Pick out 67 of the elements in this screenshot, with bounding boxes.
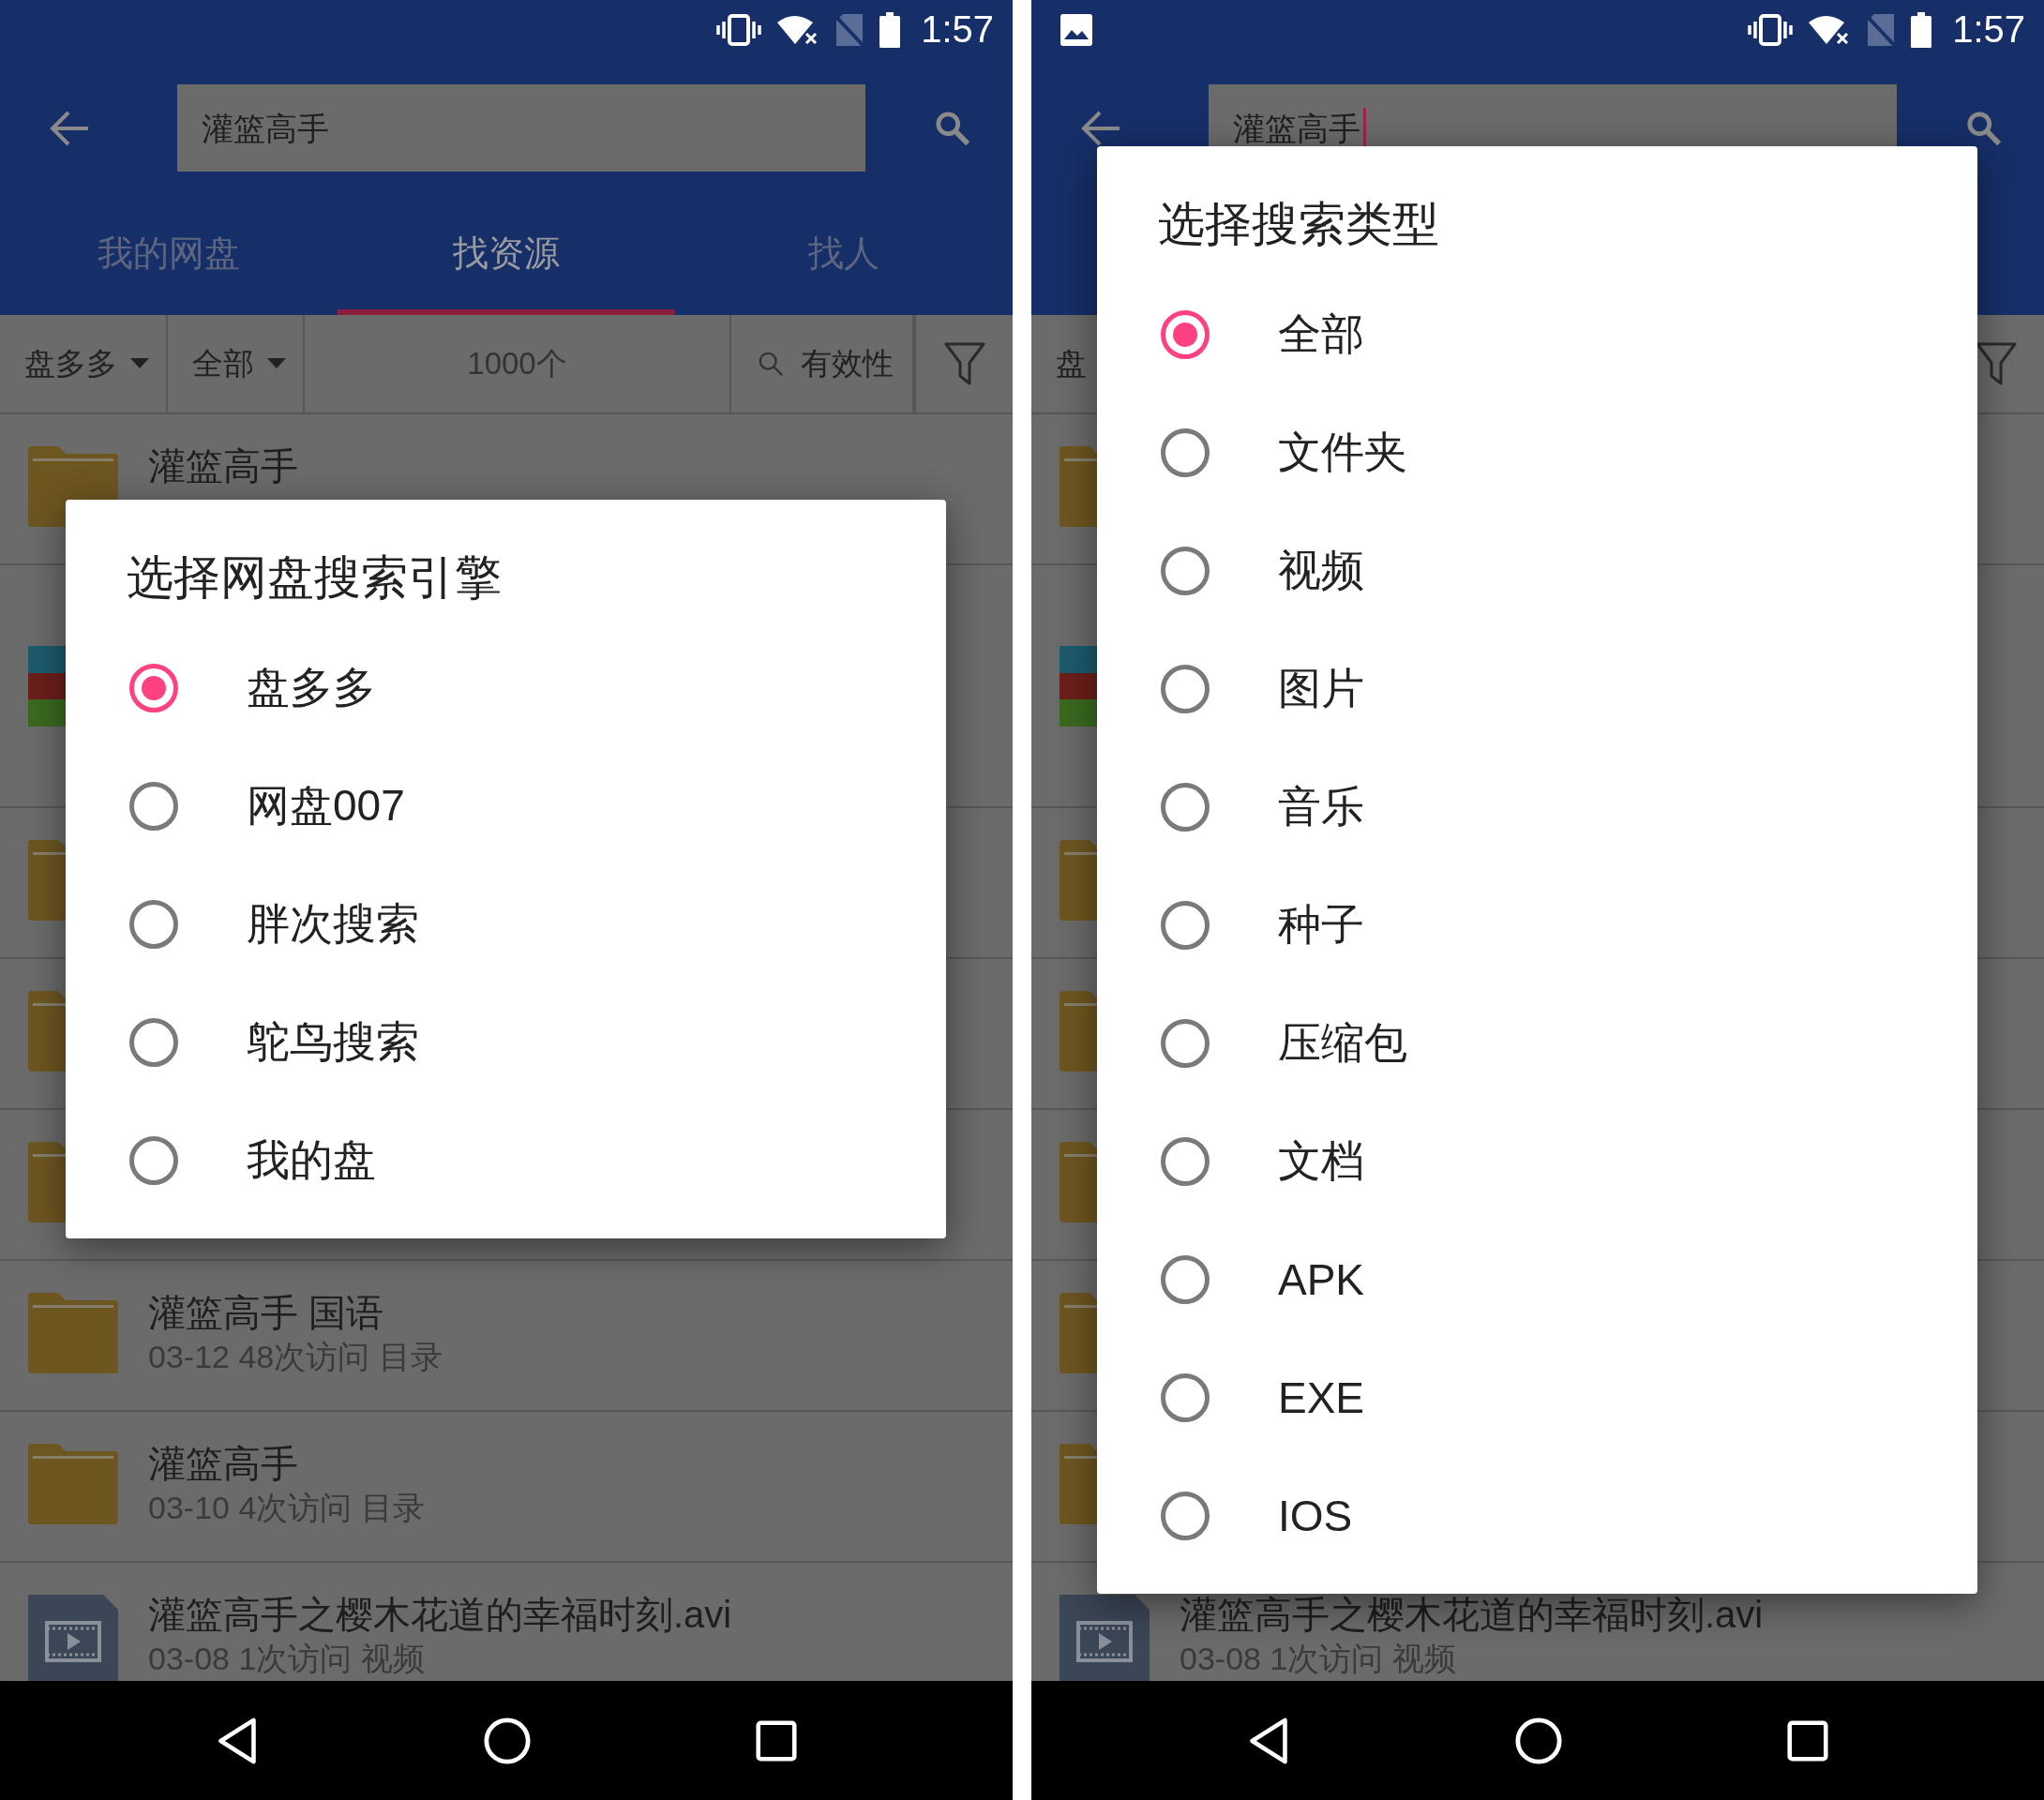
option-label[interactable]: 网盘007 [247, 777, 405, 835]
home-icon[interactable] [483, 1716, 532, 1765]
back-arrow-icon[interactable] [49, 109, 90, 147]
option-label[interactable]: 我的盘 [247, 1132, 376, 1190]
radio-button[interactable] [1161, 310, 1210, 359]
filter-icon [1975, 342, 2017, 385]
option-label[interactable]: 全部 [1278, 306, 1364, 364]
radio-button[interactable] [1161, 1137, 1210, 1186]
file-name: 灌篮高手之樱木花道的幸福时刻.avi [1180, 1593, 1764, 1637]
radio-button[interactable] [129, 900, 178, 949]
radio-button[interactable] [1161, 1019, 1210, 1068]
radio-button[interactable] [129, 1018, 178, 1067]
search-icon[interactable] [935, 110, 970, 146]
option-label[interactable]: 文档 [1278, 1132, 1364, 1191]
radio-button[interactable] [1161, 547, 1210, 595]
radio-button[interactable] [1161, 1373, 1210, 1422]
no-sim-icon [1866, 12, 1897, 47]
radio-button[interactable] [1161, 901, 1210, 950]
video-file-icon [28, 1595, 118, 1681]
option-label[interactable]: 视频 [1278, 542, 1364, 600]
dialog-title: 选择搜索类型 [1158, 197, 1439, 252]
search-icon [758, 351, 784, 377]
recents-icon[interactable] [756, 1719, 798, 1762]
dialog-title: 选择网盘搜索引擎 [127, 550, 502, 606]
radio-button[interactable] [1161, 428, 1210, 477]
option-label[interactable]: 音乐 [1278, 778, 1364, 836]
option-label[interactable]: 图片 [1278, 660, 1364, 718]
home-icon[interactable] [1514, 1716, 1563, 1765]
caret-icon [267, 358, 286, 369]
file-name: 灌篮高手 [148, 444, 298, 488]
battery-icon [879, 11, 901, 48]
back-arrow-icon[interactable] [1080, 109, 1121, 147]
radio-button[interactable] [1161, 665, 1210, 713]
option-label[interactable]: 胖次搜索 [247, 895, 419, 953]
folder-icon [28, 1293, 118, 1373]
video-file-icon [1060, 1595, 1150, 1681]
filter-icon [943, 342, 985, 385]
tab[interactable]: 找资源 [338, 197, 675, 315]
option-label[interactable]: EXE [1278, 1372, 1365, 1423]
battery-icon [1911, 11, 1932, 48]
radio-button[interactable] [129, 1136, 178, 1185]
picture-notification-icon [1060, 12, 1093, 47]
radio-button[interactable] [1161, 783, 1210, 832]
radio-button[interactable] [129, 782, 178, 831]
recents-icon[interactable] [1787, 1719, 1829, 1762]
option-label[interactable]: 鸵鸟搜索 [247, 1013, 419, 1072]
file-name: 灌篮高手 国语 [148, 1291, 385, 1335]
radio-button[interactable] [1161, 1492, 1210, 1540]
result-count: 1000个 [305, 315, 731, 412]
radio-button[interactable] [1161, 1255, 1210, 1304]
option-label[interactable]: 盘多多 [247, 659, 376, 717]
option-label[interactable]: IOS [1278, 1491, 1353, 1541]
status-time: 1:57 [921, 8, 994, 51]
option-label[interactable]: APK [1278, 1254, 1365, 1305]
option-label[interactable]: 种子 [1278, 896, 1364, 954]
radio-button[interactable] [129, 664, 178, 712]
file-name: 灌篮高手 [148, 1442, 299, 1486]
vibrate-icon [1748, 13, 1794, 46]
option-label[interactable]: 压缩包 [1278, 1014, 1407, 1072]
vibrate-icon [716, 13, 762, 46]
caret-icon [130, 358, 149, 369]
status-time: 1:57 [1952, 8, 2025, 51]
no-sim-icon [834, 12, 865, 47]
option-label[interactable]: 文件夹 [1278, 424, 1407, 482]
folder-icon [28, 1444, 118, 1524]
file-name: 灌篮高手之樱木花道的幸福时刻.avi [148, 1593, 732, 1637]
search-icon[interactable] [1966, 110, 2002, 146]
